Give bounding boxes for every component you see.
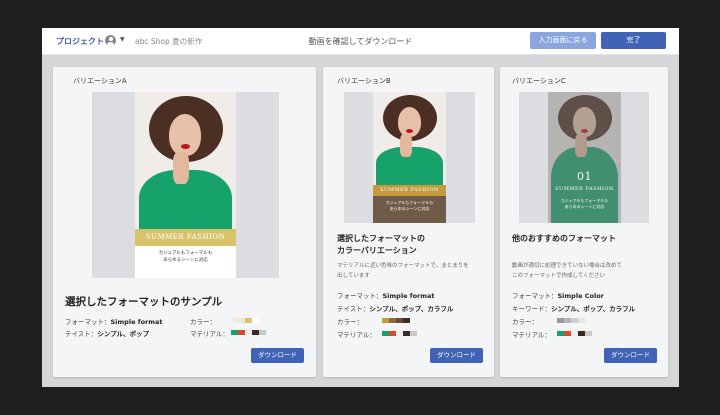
format-label: フォーマット：: [337, 292, 383, 300]
video-preview[interactable]: 01 SUMMER FASHION カジュアルもフォーマルも あらゆるシーンに対…: [519, 92, 649, 223]
banner-caption-line-1: カジュアルもフォーマルも: [158, 251, 213, 256]
format-value: Simple Color: [557, 292, 604, 300]
top-bar: プロジェクト ▼ abc Shop 夏の新作 動画を確認してダウンロード 入力画…: [42, 28, 679, 55]
material-swatch: [231, 330, 238, 335]
banner-caption-line-2: あらゆるシーンに対応: [564, 204, 605, 209]
card-title: 他のおすすめのフォーマット: [512, 234, 616, 243]
color-swatch: [403, 318, 410, 323]
material-swatch: [403, 331, 410, 336]
color-swatch: [238, 318, 245, 323]
material-swatch: [389, 331, 396, 336]
color-swatch: [382, 318, 389, 323]
material-swatch: [259, 330, 266, 335]
color-swatches: [382, 318, 410, 323]
banner-text: SUMMER FASHION: [555, 186, 614, 192]
variation-caption: バリエーションA: [73, 77, 127, 85]
color-swatch: [389, 318, 396, 323]
back-to-input-button[interactable]: 入力画面に戻る: [530, 32, 596, 49]
material-swatch: [564, 331, 571, 336]
banner-caption-line-2: あらゆるシーンに対応: [163, 258, 208, 263]
variation-card-b: バリエーションB SUMMER FASHION カジュアルもフォーマルも あらゆ…: [323, 67, 494, 377]
color-swatch: [396, 318, 403, 323]
material-swatch: [396, 331, 403, 336]
color-swatches: [557, 318, 585, 323]
download-button[interactable]: ダウンロード: [430, 348, 483, 363]
taste-value: シンプル、ポップ: [97, 330, 150, 338]
format-label: フォーマット：: [65, 318, 111, 326]
material-swatches: [231, 330, 266, 335]
download-button[interactable]: ダウンロード: [604, 348, 657, 363]
banner-text: SUMMER FASHION: [135, 229, 236, 246]
card-title-line-1: 選択したフォーマットの: [337, 234, 425, 243]
material-swatch: [238, 330, 245, 335]
color-label: カラー：: [337, 318, 363, 326]
format-value: Simple format: [110, 318, 163, 326]
color-swatches: [231, 318, 259, 323]
material-swatch: [245, 330, 252, 335]
material-label: マテリアル：: [512, 331, 551, 339]
model-photo: SUMMER FASHION カジュアルもフォーマルも あらゆるシーンに対応: [135, 92, 236, 278]
material-swatch: [410, 331, 417, 336]
color-swatch: [252, 318, 259, 323]
material-label: マテリアル：: [190, 330, 229, 338]
material-swatch: [557, 331, 564, 336]
video-preview[interactable]: SUMMER FASHION カジュアルもフォーマルも あらゆるシーンに対応: [92, 92, 279, 278]
material-swatch: [571, 331, 578, 336]
material-swatch: [578, 331, 585, 336]
card-title: 選択したフォーマットのサンプル: [65, 296, 223, 308]
card-description-line-2: このフォーマットで作成してください: [512, 273, 606, 279]
color-swatch: [231, 318, 238, 323]
card-title-line-2: カラーバリエーション: [337, 246, 417, 255]
color-swatch: [571, 318, 578, 323]
app-window: プロジェクト ▼ abc Shop 夏の新作 動画を確認してダウンロード 入力画…: [42, 28, 679, 387]
taste-label: テイスト：: [65, 330, 98, 338]
color-swatch: [557, 318, 564, 323]
model-photo: SUMMER FASHION カジュアルもフォーマルも あらゆるシーンに対応: [373, 92, 446, 223]
material-label: マテリアル：: [337, 331, 376, 339]
variation-card-c: バリエーションC 01 SUMMER FASHION カジュアルもフォーマルも …: [500, 67, 668, 377]
material-swatch: [382, 331, 389, 336]
card-description-line-1: 動画が適切に処理できていない場合は改めて: [512, 263, 623, 269]
variation-caption: バリエーションB: [337, 77, 391, 85]
material-swatches: [382, 331, 417, 336]
banner-caption-line-2: あらゆるシーンに対応: [389, 206, 430, 211]
format-label: フォーマット：: [512, 292, 558, 300]
material-swatch: [585, 331, 592, 336]
material-swatch: [252, 330, 259, 335]
color-swatch: [564, 318, 571, 323]
color-label: カラー：: [190, 318, 216, 326]
video-preview[interactable]: SUMMER FASHION カジュアルもフォーマルも あらゆるシーンに対応: [344, 92, 475, 223]
taste-label: テイスト：: [337, 305, 370, 313]
big-number: 01: [577, 170, 592, 183]
banner-text: SUMMER FASHION: [373, 185, 446, 196]
color-label: カラー：: [512, 318, 538, 326]
card-description-line-2: 出しています: [337, 273, 370, 279]
card-description-line-1: マテリアルに近い色味のフォーマットで、まとまりを: [337, 263, 469, 269]
download-button[interactable]: ダウンロード: [251, 348, 304, 363]
keyword-value: シンプル、ポップ、カラフル: [551, 305, 636, 313]
keyword-label: キーワード：: [512, 305, 551, 313]
variation-card-a: バリエーションA SUMMER FASHION カジュアルもフォーマルも あらゆ…: [53, 67, 316, 377]
model-photo: 01 SUMMER FASHION カジュアルもフォーマルも あらゆるシーンに対…: [548, 92, 621, 223]
material-swatches: [557, 331, 592, 336]
done-button[interactable]: 完了: [601, 32, 666, 49]
variation-caption: バリエーションC: [512, 77, 566, 85]
taste-value: シンプル、ポップ、カラフル: [369, 305, 454, 313]
format-value: Simple format: [382, 292, 435, 300]
color-swatch: [578, 318, 585, 323]
color-swatch: [245, 318, 252, 323]
